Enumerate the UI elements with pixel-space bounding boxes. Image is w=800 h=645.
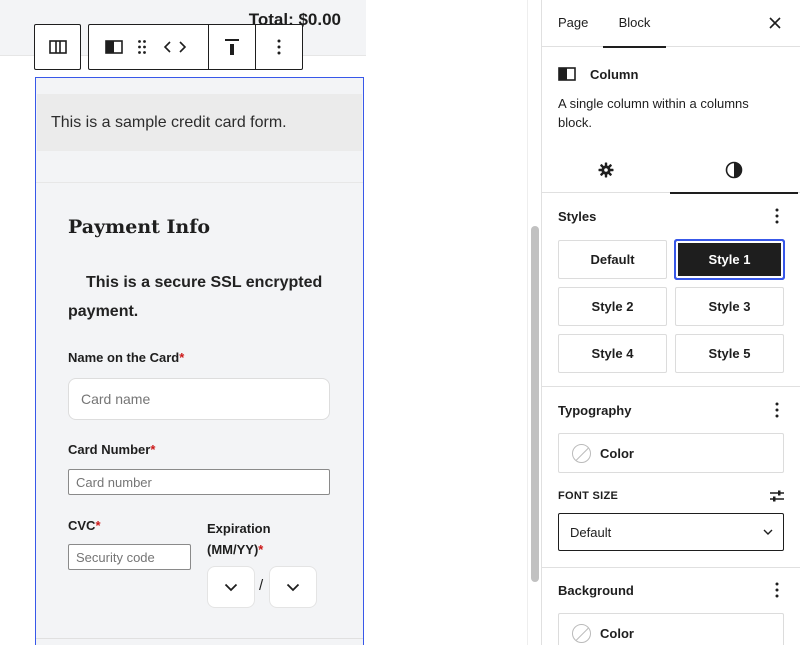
styles-options-button[interactable] bbox=[769, 206, 785, 226]
vertical-align-button[interactable] bbox=[208, 25, 255, 69]
security-code-input[interactable] bbox=[68, 544, 191, 570]
typography-panel-header: Typography bbox=[558, 400, 785, 420]
text-color-label: Color bbox=[600, 445, 634, 461]
tab-settings[interactable] bbox=[542, 147, 670, 193]
required-mark: * bbox=[179, 350, 185, 365]
color-swatch-icon bbox=[572, 443, 591, 463]
editor-app: Total: $0.00 This is a sample credit car… bbox=[0, 0, 800, 645]
style-2-button[interactable]: Style 2 bbox=[558, 287, 667, 326]
sample-paragraph[interactable]: This is a sample credit card form. bbox=[37, 94, 362, 151]
select-parent-block-button[interactable] bbox=[34, 24, 81, 70]
font-size-select[interactable]: Default bbox=[558, 513, 784, 551]
move-arrows-icon bbox=[163, 41, 187, 53]
align-top-icon bbox=[225, 39, 239, 55]
styles-grid: Default Style 1 Style 2 Style 3 Style 4 … bbox=[558, 239, 785, 373]
drag-handle[interactable] bbox=[127, 31, 157, 63]
block-type-button[interactable] bbox=[101, 31, 127, 63]
background-options-button[interactable] bbox=[769, 580, 785, 600]
card-number-input[interactable] bbox=[68, 469, 330, 495]
chevron-down-icon bbox=[286, 583, 300, 591]
drag-handle-icon bbox=[138, 40, 146, 54]
close-sidebar-button[interactable] bbox=[766, 14, 784, 32]
font-size-value: Default bbox=[570, 524, 612, 540]
inspector-tabs bbox=[542, 147, 800, 194]
columns-icon bbox=[48, 40, 67, 54]
canvas-scrollbar[interactable] bbox=[527, 0, 541, 645]
settings-sidebar: Page Block Column A single column within… bbox=[541, 0, 800, 645]
editor-canvas: Total: $0.00 This is a sample credit car… bbox=[0, 0, 541, 645]
more-options-icon bbox=[277, 39, 281, 55]
divider bbox=[36, 638, 363, 639]
close-icon bbox=[769, 17, 781, 29]
column-icon bbox=[105, 40, 123, 54]
styles-panel-header: Styles bbox=[558, 206, 785, 226]
color-swatch-icon bbox=[572, 623, 591, 643]
block-toolbar bbox=[88, 24, 303, 70]
cvc-label: CVC* bbox=[68, 518, 101, 533]
card-number-label: Card Number* bbox=[68, 442, 155, 457]
more-options-icon bbox=[775, 208, 779, 224]
payment-title: Payment Info bbox=[68, 216, 211, 238]
typography-panel-title: Typography bbox=[558, 402, 632, 418]
name-label-text: Name on the Card bbox=[68, 350, 180, 365]
style-default-button[interactable]: Default bbox=[558, 240, 667, 279]
panel-divider bbox=[542, 567, 800, 568]
cvc-label-text: CVC bbox=[68, 518, 96, 533]
expiration-label: Expiration (MM/YY)* bbox=[207, 518, 307, 560]
style-1-button[interactable]: Style 1 bbox=[674, 239, 785, 280]
contrast-icon bbox=[725, 161, 743, 179]
style-5-button[interactable]: Style 5 bbox=[675, 334, 784, 373]
panel-divider bbox=[542, 386, 800, 387]
background-color-control[interactable]: Color bbox=[558, 613, 784, 645]
style-4-button[interactable]: Style 4 bbox=[558, 334, 667, 373]
sidebar-tabs: Page Block bbox=[542, 0, 800, 48]
background-color-label: Color bbox=[600, 625, 634, 641]
tab-block[interactable]: Block bbox=[603, 0, 666, 48]
divider bbox=[36, 182, 363, 183]
typography-options-button[interactable] bbox=[769, 400, 785, 420]
background-panel-title: Background bbox=[558, 582, 634, 598]
payment-form: Payment Info This is a secure SSL encryp… bbox=[68, 216, 333, 608]
tab-page[interactable]: Page bbox=[558, 0, 588, 47]
more-options-icon bbox=[775, 582, 779, 598]
block-name: Column bbox=[590, 66, 639, 82]
chevron-down-icon bbox=[763, 529, 773, 535]
move-block-button[interactable] bbox=[157, 31, 193, 63]
required-mark: * bbox=[150, 442, 156, 457]
settings-sliders-icon bbox=[770, 490, 784, 502]
column-icon bbox=[558, 67, 576, 81]
selected-column-block[interactable]: This is a sample credit card form. Payme… bbox=[35, 77, 364, 645]
toolbar-group-block bbox=[89, 25, 208, 69]
card-label-text: Card Number bbox=[68, 442, 151, 457]
font-size-custom-button[interactable] bbox=[769, 489, 785, 503]
name-on-card-label: Name on the Card* bbox=[68, 350, 184, 365]
text-color-control[interactable]: Color bbox=[558, 433, 784, 473]
font-size-header: FONT SIZE bbox=[558, 486, 785, 506]
expiration-month-select[interactable] bbox=[207, 566, 255, 608]
styles-panel-title: Styles bbox=[558, 208, 597, 224]
tab-styles[interactable] bbox=[670, 147, 798, 194]
required-mark: * bbox=[258, 542, 264, 557]
gear-icon bbox=[598, 162, 614, 178]
card-name-input[interactable] bbox=[68, 378, 330, 420]
block-card-header: Column bbox=[558, 64, 783, 84]
ssl-notice: This is a secure SSL encrypted payment. bbox=[68, 274, 323, 320]
style-3-button[interactable]: Style 3 bbox=[675, 287, 784, 326]
expiration-separator: / bbox=[259, 577, 264, 594]
block-description: A single column within a columns block. bbox=[558, 96, 749, 130]
chevron-down-icon bbox=[224, 583, 238, 591]
block-options-button[interactable] bbox=[255, 25, 302, 69]
font-size-label: FONT SIZE bbox=[558, 490, 619, 502]
expiration-year-select[interactable] bbox=[269, 566, 317, 608]
scrollbar-thumb[interactable] bbox=[531, 226, 539, 582]
required-mark: * bbox=[95, 518, 101, 533]
more-options-icon bbox=[775, 402, 779, 418]
block-card: Column A single column within a columns … bbox=[558, 64, 783, 132]
background-panel-header: Background bbox=[558, 580, 785, 600]
